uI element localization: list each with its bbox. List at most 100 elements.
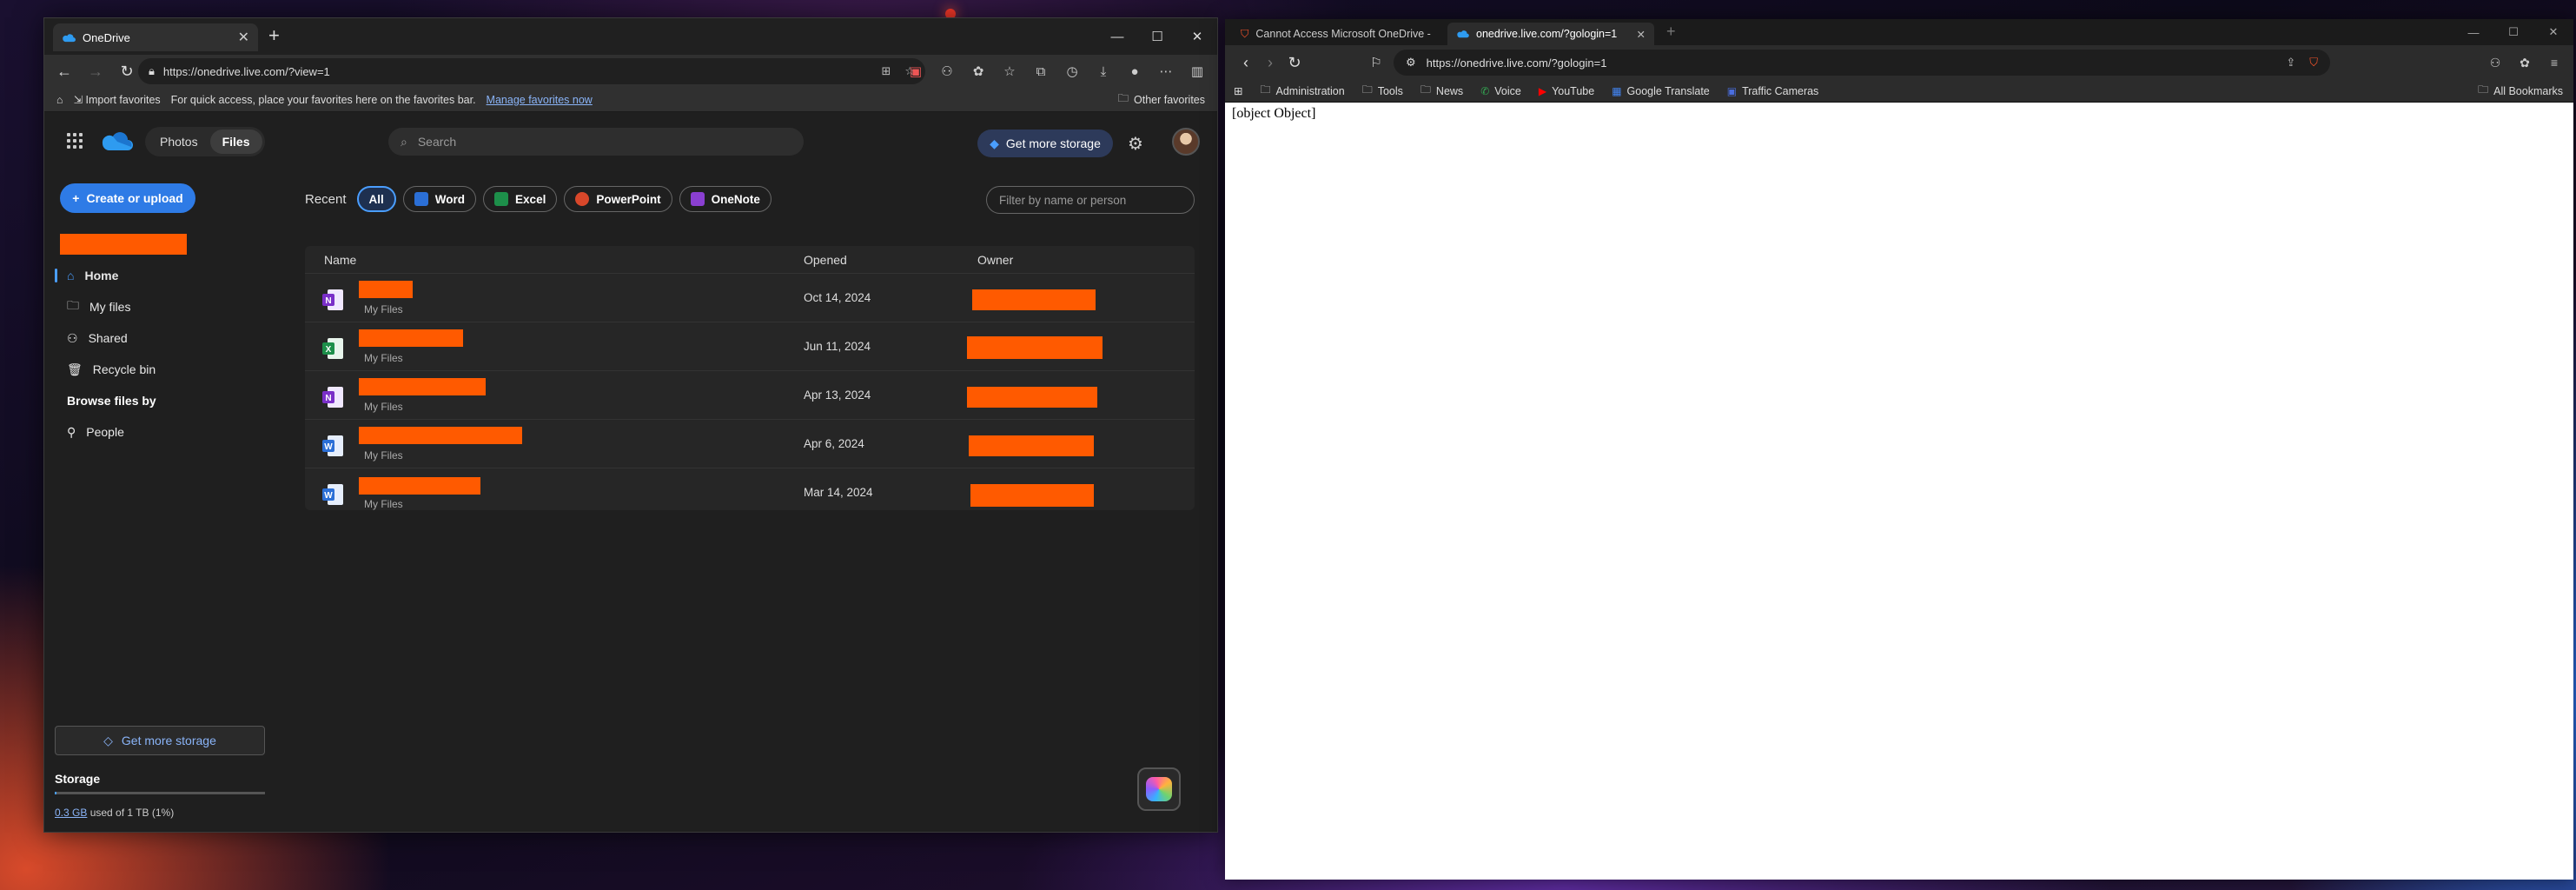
filter-chip-powerpoint[interactable]: PowerPoint <box>564 186 672 212</box>
redacted-file-name <box>359 329 463 347</box>
photos-tab[interactable]: Photos <box>148 130 210 154</box>
bookmark-icon[interactable]: ⚐ <box>1364 50 1388 75</box>
downloads-icon[interactable]: ⤓ <box>1090 58 1116 84</box>
extensions-icon[interactable]: ✿ <box>965 58 991 84</box>
import-favorites[interactable]: ⇲ Import favorites <box>74 93 161 106</box>
get-more-storage-side-button[interactable]: ◇ Get more storage <box>55 726 265 755</box>
manage-favorites-link[interactable]: Manage favorites now <box>487 94 593 106</box>
column-header-owner[interactable]: Owner <box>977 253 1013 267</box>
forward-button[interactable]: › <box>1258 50 1282 75</box>
bookmark-tools[interactable]: 🗀 Tools <box>1362 82 1403 100</box>
close-window-button[interactable]: ✕ <box>1177 18 1217 55</box>
redacted-owner <box>967 387 1097 408</box>
address-bar[interactable]: ⚙ https://onedrive.live.com/?gologin=1 ⇪… <box>1394 50 2330 76</box>
sidebar-item-people[interactable]: ⚲ People <box>55 418 263 446</box>
filter-chip-onenote[interactable]: OneNote <box>679 186 771 212</box>
account-avatar[interactable] <box>1172 128 1200 156</box>
tab-cannot-access[interactable]: ⛉ Cannot Access Microsoft OneDrive - <box>1232 23 1446 45</box>
new-tab-button[interactable]: + <box>1666 23 1676 41</box>
close-window-button[interactable]: ✕ <box>2533 19 2573 45</box>
maximize-button[interactable]: ☐ <box>1137 18 1177 55</box>
table-row[interactable]: N My Files Oct 14, 2024 <box>305 274 1195 322</box>
favorites-bar-icon: ⌂ <box>56 93 63 106</box>
back-button[interactable]: ‹ <box>1234 50 1258 75</box>
extensions-icon[interactable]: ✿ <box>2514 52 2535 73</box>
trash-icon: 🗑︎ <box>67 362 83 376</box>
filter-chip-word[interactable]: Word <box>402 186 477 212</box>
bookmark-google-translate[interactable]: ▦ Google Translate <box>1612 85 1710 97</box>
bookmark-traffic-cameras[interactable]: ▣ Traffic Cameras <box>1727 85 1819 97</box>
profile-avatar[interactable]: ● <box>1122 58 1148 84</box>
search-box[interactable]: ⌕ Search <box>388 128 804 156</box>
reader-icon[interactable]: ⊞ <box>881 64 891 78</box>
create-or-upload-button[interactable]: + Create or upload <box>60 183 195 213</box>
storage-used-link[interactable]: 0.3 GB <box>55 807 87 819</box>
more-menu-icon[interactable]: ⋯ <box>1153 58 1179 84</box>
close-tab-icon[interactable]: ✕ <box>238 29 249 46</box>
filter-chip-all[interactable]: All <box>356 186 396 212</box>
maximize-button[interactable]: ☐ <box>2493 19 2533 45</box>
extension-icon[interactable]: ⚇ <box>934 58 960 84</box>
sidebar-item-home[interactable]: ⌂ Home <box>55 262 263 289</box>
other-favorites[interactable]: 🗀 Other favorites <box>1118 90 1206 109</box>
collections-icon[interactable]: ⧉ <box>1028 58 1054 84</box>
table-row[interactable]: X My Files Jun 11, 2024 <box>305 322 1195 371</box>
copilot-button[interactable] <box>1137 767 1181 811</box>
file-location: My Files <box>364 449 403 462</box>
bookmark-label: Tools <box>1377 84 1403 97</box>
bookmark-administration[interactable]: 🗀 Administration <box>1260 82 1344 100</box>
forward-button[interactable]: → <box>83 58 109 84</box>
share-icon[interactable]: ⇪ <box>2286 56 2295 70</box>
column-header-name[interactable]: Name <box>324 253 356 267</box>
powerpoint-icon <box>575 192 590 206</box>
table-row[interactable]: W My Files Mar 14, 2024 <box>305 468 1195 517</box>
new-tab-button[interactable]: + <box>268 26 280 45</box>
minimize-button[interactable]: — <box>2453 19 2493 45</box>
extension-icon[interactable]: ⚇ <box>2485 52 2506 73</box>
phone-icon: ✆ <box>1480 84 1490 97</box>
sidebar-item-shared[interactable]: ⚇ Shared <box>55 324 263 352</box>
extension-icon[interactable]: ▣ <box>903 58 929 84</box>
bookmark-label: Administration <box>1275 84 1345 97</box>
favorites-icon[interactable]: ☆ <box>997 58 1023 84</box>
bookmark-voice[interactable]: ✆ Voice <box>1480 85 1521 97</box>
tab-title: OneDrive <box>83 30 130 44</box>
tab-onedrive-gologin[interactable]: onedrive.live.com/?gologin=1 ✕ <box>1447 23 1654 45</box>
favorites-bar: ⌂ ⇲ Import favorites For quick access, p… <box>44 88 1217 112</box>
back-button[interactable]: ← <box>51 58 77 84</box>
sidebar-item-recycle-bin[interactable]: 🗑︎ Recycle bin <box>55 355 263 383</box>
app-launcher-icon[interactable] <box>67 133 83 149</box>
opened-date: Jun 11, 2024 <box>804 340 871 353</box>
get-more-storage-button[interactable]: ◆ Get more storage <box>977 130 1113 157</box>
sidebar-item-my-files[interactable]: 🗀 My files <box>55 293 263 321</box>
table-row[interactable]: N My Files Apr 13, 2024 <box>305 371 1195 420</box>
all-bookmarks[interactable]: 🗀 All Bookmarks <box>2478 82 2563 100</box>
sidebar-icon[interactable]: ▥ <box>1184 58 1210 84</box>
column-header-opened[interactable]: Opened <box>804 253 847 267</box>
close-tab-icon[interactable]: ✕ <box>1637 28 1646 41</box>
tab-onedrive[interactable]: OneDrive ✕ <box>53 23 258 51</box>
address-bar[interactable]: 🔒︎ https://onedrive.live.com/?view=1 ⊞ ☆ <box>138 58 925 84</box>
refresh-button[interactable]: ↻ <box>1282 50 1307 75</box>
apps-grid-icon[interactable]: ⊞ <box>1234 84 1242 97</box>
files-tab[interactable]: Files <box>209 130 262 154</box>
chip-label: All <box>368 192 384 206</box>
recent-files-table: Name Opened Owner N My Files Oct 14, 202… <box>305 246 1195 510</box>
main-content: Recent All Word Excel PowerPoint OneNote… <box>305 169 1195 832</box>
refresh-button[interactable]: ↻ <box>114 58 140 84</box>
minimize-button[interactable]: — <box>1097 18 1137 55</box>
sidebar-item-label: Home <box>84 269 119 282</box>
filter-by-name-input[interactable]: Filter by name or person <box>986 186 1195 214</box>
onenote-icon <box>690 192 705 206</box>
settings-gear-icon[interactable]: ⚙ <box>1128 133 1143 155</box>
menu-icon[interactable]: ≡ <box>2544 52 2565 73</box>
brave-shields-icon[interactable]: ⛉ <box>2309 56 2318 70</box>
svg-text:N: N <box>325 296 331 306</box>
onedrive-logo[interactable] <box>100 130 133 152</box>
bookmark-news[interactable]: 🗀 News <box>1420 82 1463 100</box>
table-row[interactable]: W My Files Apr 6, 2024 <box>305 420 1195 468</box>
bookmark-youtube[interactable]: ▶ YouTube <box>1539 85 1594 97</box>
word-icon: W <box>322 484 343 505</box>
filter-chip-excel[interactable]: Excel <box>483 186 558 212</box>
history-icon[interactable]: ◷ <box>1059 58 1085 84</box>
